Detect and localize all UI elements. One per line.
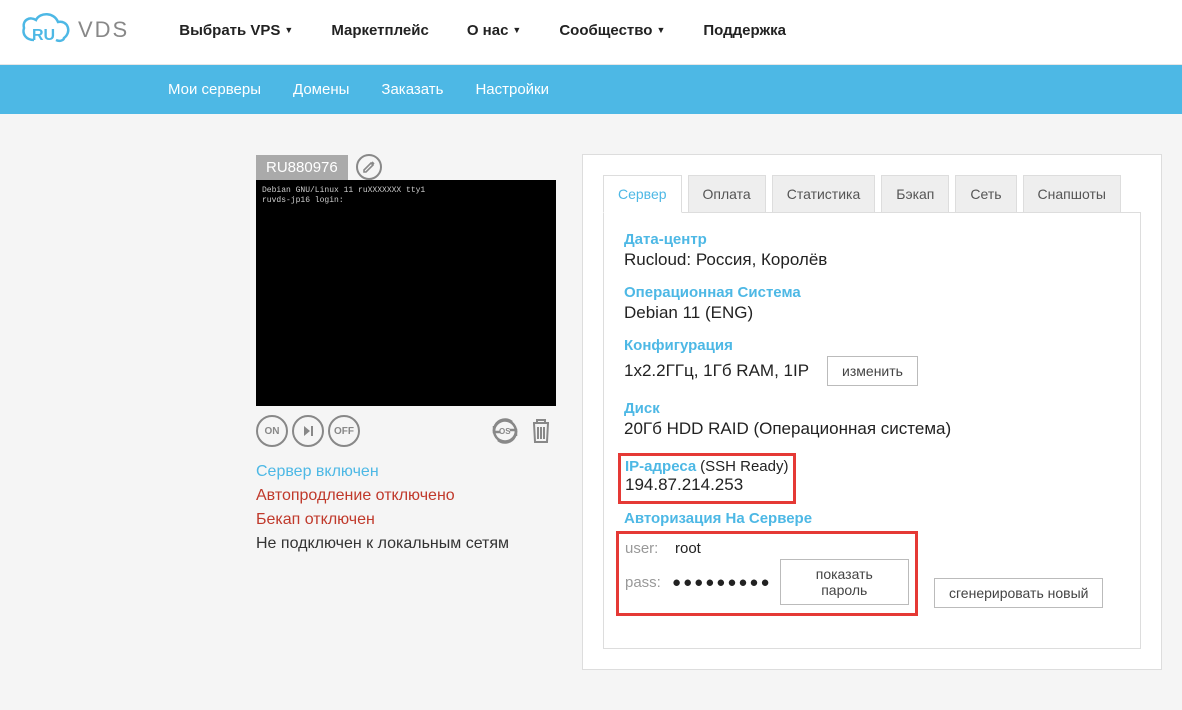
cloud-logo-icon: RU bbox=[20, 10, 72, 50]
trash-icon bbox=[529, 417, 553, 445]
restart-button[interactable] bbox=[292, 415, 324, 447]
section-disk: Диск 20Гб HDD RAID (Операционная система… bbox=[624, 400, 1120, 439]
logo[interactable]: RU VDS bbox=[20, 10, 129, 50]
tab-network[interactable]: Сеть bbox=[955, 175, 1016, 213]
nav-marketplace[interactable]: Маркетплейс bbox=[331, 22, 428, 39]
config-label: Конфигурация bbox=[624, 337, 1120, 354]
datacenter-label: Дата-центр bbox=[624, 231, 1120, 248]
disk-value: 20Гб HDD RAID (Операционная система) bbox=[624, 419, 1120, 439]
details-tabs: Сервер Оплата Статистика Бэкап Сеть Снап… bbox=[603, 175, 1141, 213]
nav-about-label: О нас bbox=[467, 22, 509, 39]
highlight-ip-box: IP-адреса (SSH Ready) 194.87.214.253 bbox=[618, 453, 796, 504]
show-password-button[interactable]: показать пароль bbox=[780, 559, 909, 605]
subnav-my-servers[interactable]: Мои серверы bbox=[168, 81, 261, 98]
section-auth: Авторизация На Сервере user: root pass: … bbox=[624, 510, 1120, 616]
console-line: ruvds-jp16 login: bbox=[262, 196, 550, 206]
main-content: RU880976 Debian GNU/Linux 11 ruXXXXXXX t… bbox=[0, 114, 1182, 710]
svg-text:OS: OS bbox=[499, 427, 511, 436]
disk-label: Диск bbox=[624, 400, 1120, 417]
chevron-down-icon: ▼ bbox=[656, 25, 665, 35]
subnav-settings[interactable]: Настройки bbox=[475, 81, 549, 98]
config-value: 1x2.2ГГц, 1Гб RAM, 1IP bbox=[624, 361, 809, 381]
section-os: Операционная Система Debian 11 (ENG) bbox=[624, 284, 1120, 323]
skip-icon bbox=[301, 424, 315, 438]
highlight-auth-box: user: root pass: ●●●●●●●●● показать паро… bbox=[616, 531, 918, 616]
svg-text:RU: RU bbox=[32, 27, 55, 44]
subnav-domains[interactable]: Домены bbox=[293, 81, 349, 98]
os-value: Debian 11 (ENG) bbox=[624, 303, 1120, 323]
tab-snapshots[interactable]: Снапшоты bbox=[1023, 175, 1121, 213]
power-on-button[interactable]: ON bbox=[256, 415, 288, 447]
ip-value: 194.87.214.253 bbox=[625, 475, 789, 495]
status-autorenew-off: Автопродление отключено bbox=[256, 484, 556, 508]
nav-community[interactable]: Сообщество ▼ bbox=[559, 22, 665, 39]
datacenter-value: Rucloud: Россия, Королёв bbox=[624, 250, 1120, 270]
ssh-ready-text: (SSH Ready) bbox=[700, 458, 788, 475]
status-no-local-net: Не подключен к локальным сетям bbox=[256, 532, 556, 556]
reload-os-icon: OS bbox=[488, 414, 522, 448]
subnav-order[interactable]: Заказать bbox=[381, 81, 443, 98]
server-status-block: Сервер включен Автопродление отключено Б… bbox=[256, 460, 556, 556]
generate-password-button[interactable]: сгенерировать новый bbox=[934, 578, 1103, 608]
auth-label: Авторизация На Сервере bbox=[624, 510, 1120, 527]
server-action-row: ON OFF OS bbox=[256, 414, 556, 448]
reinstall-os-button[interactable]: OS bbox=[488, 414, 522, 448]
nav-support[interactable]: Поддержка bbox=[703, 22, 786, 39]
nav-choose-vps[interactable]: Выбрать VPS ▼ bbox=[179, 22, 293, 39]
chevron-down-icon: ▼ bbox=[512, 25, 521, 35]
tab-body-server: Дата-центр Rucloud: Россия, Королёв Опер… bbox=[603, 212, 1141, 649]
pencil-icon bbox=[362, 160, 376, 174]
tab-backup[interactable]: Бэкап bbox=[881, 175, 949, 213]
server-details-panel: Сервер Оплата Статистика Бэкап Сеть Снап… bbox=[582, 154, 1162, 670]
edit-server-name-button[interactable] bbox=[356, 154, 382, 180]
tab-payment[interactable]: Оплата bbox=[688, 175, 766, 213]
nav-community-label: Сообщество bbox=[559, 22, 652, 39]
console-line: Debian GNU/Linux 11 ruXXXXXXX tty1 bbox=[262, 186, 550, 196]
os-label: Операционная Система bbox=[624, 284, 1120, 301]
status-backup-off: Бекап отключен bbox=[256, 508, 556, 532]
auth-pass-label: pass: bbox=[625, 574, 664, 591]
section-ip: IP-адреса (SSH Ready) 194.87.214.253 bbox=[624, 453, 1120, 504]
nav-about[interactable]: О нас▼ bbox=[467, 22, 522, 39]
auth-user-label: user: bbox=[625, 540, 667, 557]
section-datacenter: Дата-центр Rucloud: Россия, Королёв bbox=[624, 231, 1120, 270]
top-header: RU VDS Выбрать VPS▼ Маркетплейс О нас▼ С… bbox=[0, 0, 1182, 65]
server-name-badge: RU880976 bbox=[256, 155, 348, 180]
auth-user-value: root bbox=[675, 540, 701, 557]
chevron-down-icon: ▼ bbox=[284, 25, 293, 35]
tab-server[interactable]: Сервер bbox=[603, 175, 682, 213]
nav-choose-vps-label: Выбрать VPS bbox=[179, 22, 280, 39]
status-server-on: Сервер включен bbox=[256, 460, 556, 484]
ip-label: IP-адреса bbox=[625, 458, 696, 475]
delete-server-button[interactable] bbox=[526, 416, 556, 446]
tab-stats[interactable]: Статистика bbox=[772, 175, 876, 213]
vnc-console-preview[interactable]: Debian GNU/Linux 11 ruXXXXXXX tty1 ruvds… bbox=[256, 180, 556, 406]
secondary-nav-bar: Мои серверы Домены Заказать Настройки bbox=[0, 65, 1182, 114]
auth-pass-value: ●●●●●●●●● bbox=[672, 574, 772, 591]
top-nav: Выбрать VPS▼ Маркетплейс О нас▼ Сообщест… bbox=[179, 22, 786, 39]
section-config: Конфигурация 1x2.2ГГц, 1Гб RAM, 1IP изме… bbox=[624, 337, 1120, 386]
server-preview-column: RU880976 Debian GNU/Linux 11 ruXXXXXXX t… bbox=[256, 154, 556, 556]
power-off-button[interactable]: OFF bbox=[328, 415, 360, 447]
change-config-button[interactable]: изменить bbox=[827, 356, 918, 386]
logo-text-vds: VDS bbox=[78, 17, 129, 43]
